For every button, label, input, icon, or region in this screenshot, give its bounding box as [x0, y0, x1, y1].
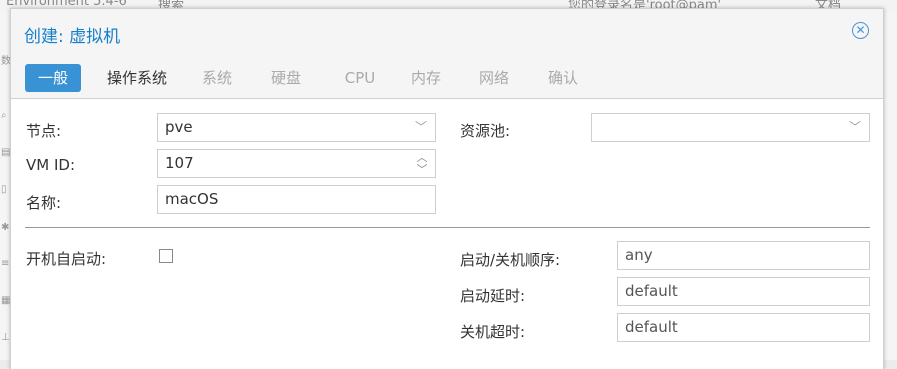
- tab-network[interactable]: 网络: [474, 64, 514, 92]
- vmid-value: 107: [165, 154, 194, 172]
- document-icon: ▯: [1, 184, 7, 195]
- startup-order-input[interactable]: any: [617, 241, 870, 270]
- close-icon[interactable]: ✕: [852, 22, 869, 39]
- background-scrollbar: [882, 12, 897, 360]
- background-sidebar: 数 ⌕ ▤ ▯ ✱ ≡ ▦ ⊥: [0, 12, 11, 360]
- tab-cpu[interactable]: CPU: [338, 64, 382, 92]
- tab-memory[interactable]: 内存: [406, 64, 446, 92]
- section-divider: [25, 227, 870, 228]
- database-icon: ≡: [1, 258, 10, 269]
- vmid-input[interactable]: 107 ︿ ﹀: [157, 149, 436, 178]
- pool-select[interactable]: ﹀: [591, 113, 870, 142]
- onboot-checkbox[interactable]: [159, 249, 173, 263]
- vmid-label: VM ID:: [26, 156, 75, 174]
- pool-label: 资源池:: [460, 122, 511, 140]
- gear-icon: ✱: [1, 222, 10, 233]
- spinner-down-icon[interactable]: ﹀: [416, 164, 428, 176]
- tab-general[interactable]: 一般: [25, 64, 81, 92]
- search-icon: ⌕: [1, 110, 7, 121]
- node-value: pve: [165, 118, 193, 136]
- startup-delay-label: 启动延时:: [460, 287, 526, 305]
- shutdown-timeout-label: 关机超时:: [460, 323, 526, 341]
- name-label: 名称:: [26, 194, 62, 212]
- chevron-down-icon[interactable]: ﹀: [415, 114, 427, 141]
- name-input[interactable]: macOS: [157, 185, 436, 214]
- node-label: 节点:: [26, 122, 62, 140]
- tab-disk[interactable]: 硬盘: [266, 64, 306, 92]
- node-select[interactable]: pve ﹀: [157, 113, 436, 142]
- tab-confirm[interactable]: 确认: [543, 64, 583, 92]
- startup-delay-placeholder: default: [625, 282, 678, 300]
- create-vm-dialog: 创建: 虚拟机 ✕ 一般 操作系统 系统 硬盘 CPU 内存 网络 确认 节点:…: [10, 8, 884, 369]
- dialog-titlebar: 创建: 虚拟机 ✕: [11, 9, 883, 53]
- startup-order-label: 启动/关机顺序:: [460, 251, 561, 269]
- tab-os[interactable]: 操作系统: [97, 64, 177, 92]
- name-value: macOS: [165, 190, 219, 208]
- vmid-spinner[interactable]: ︿ ﹀: [416, 152, 428, 176]
- shutdown-timeout-placeholder: default: [625, 318, 678, 336]
- general-form: 节点: pve ﹀ 资源池: ﹀ VM ID: 107 ︿ ﹀ 名称: macO…: [11, 99, 883, 369]
- startup-delay-input[interactable]: default: [617, 277, 870, 306]
- wizard-tabbar: 一般 操作系统 系统 硬盘 CPU 内存 网络 确认: [11, 53, 883, 99]
- shutdown-timeout-input[interactable]: default: [617, 313, 870, 342]
- dialog-title: 创建: 虚拟机: [24, 27, 121, 47]
- startup-order-placeholder: any: [625, 246, 653, 264]
- network-icon: ⊥: [1, 332, 10, 343]
- tab-system[interactable]: 系统: [197, 64, 237, 92]
- onboot-label: 开机自启动:: [26, 250, 107, 268]
- chevron-down-icon[interactable]: ﹀: [849, 114, 861, 141]
